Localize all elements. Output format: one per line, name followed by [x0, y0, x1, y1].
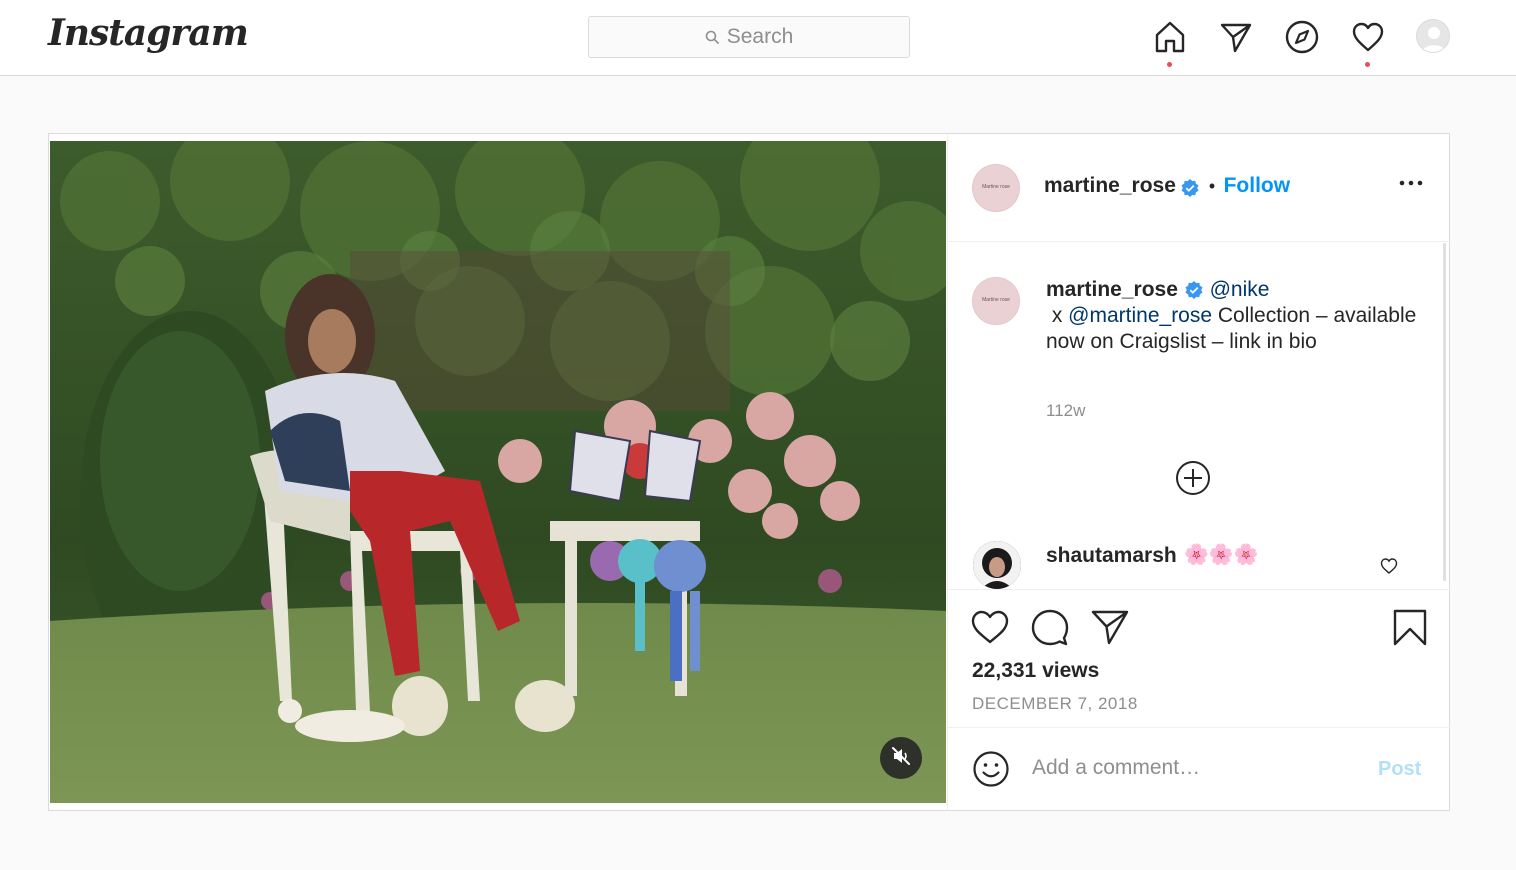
- commenter-avatar[interactable]: [973, 541, 1021, 589]
- header-user-line: martine_rose • Follow: [1044, 174, 1290, 198]
- author-username[interactable]: martine_rose: [1044, 174, 1176, 197]
- follow-button[interactable]: Follow: [1224, 174, 1291, 197]
- comments-section[interactable]: Martine rose martine_rose @nike x @marti…: [948, 243, 1450, 589]
- search-placeholder: Search: [726, 25, 794, 48]
- verified-badge-icon: [1180, 178, 1200, 198]
- more-options-icon[interactable]: [1399, 174, 1423, 192]
- post-caption: martine_rose @nike x @martine_rose Colle…: [1046, 277, 1426, 355]
- post-card: Martine rose martine_rose • Follow Marti…: [48, 133, 1450, 811]
- emoji-smiley-icon[interactable]: [972, 750, 1010, 793]
- load-more-comments-icon[interactable]: [1174, 459, 1212, 502]
- post-video[interactable]: [50, 141, 946, 803]
- home-notification-dot: [1167, 62, 1172, 67]
- add-comment-bar: Post: [948, 727, 1450, 810]
- add-comment-input[interactable]: [1032, 748, 1362, 788]
- speaker-muted-icon: [891, 746, 911, 771]
- explore-icon[interactable]: [1282, 17, 1322, 57]
- home-icon[interactable]: [1150, 17, 1190, 57]
- post-comment-button[interactable]: Post: [1378, 758, 1421, 781]
- activity-heart-icon[interactable]: [1348, 17, 1388, 57]
- post-header: Martine rose martine_rose • Follow: [948, 134, 1450, 242]
- profile-avatar[interactable]: [1416, 19, 1450, 53]
- caption-avatar-logo-text: Martine rose: [982, 297, 1010, 304]
- video-frame: [50, 141, 946, 803]
- view-count[interactable]: 22,331 views: [972, 659, 1099, 683]
- commenter-username[interactable]: shautamarsh: [1046, 544, 1177, 568]
- comments-scrollbar[interactable]: [1443, 243, 1446, 581]
- like-comment-heart-icon[interactable]: [1380, 557, 1398, 580]
- search-icon: [705, 30, 719, 44]
- post-date[interactable]: DECEMBER 7, 2018: [972, 694, 1138, 714]
- mute-toggle-button[interactable]: [880, 737, 922, 779]
- instagram-logo[interactable]: Instagram: [48, 12, 249, 54]
- avatar-logo-text: Martine rose: [982, 184, 1010, 191]
- search-box[interactable]: Search: [588, 16, 910, 58]
- share-direct-icon[interactable]: [1090, 608, 1130, 651]
- header-separator: •: [1208, 176, 1216, 196]
- post-actions: 22,331 views DECEMBER 7, 2018: [948, 589, 1450, 727]
- direct-icon[interactable]: [1216, 17, 1256, 57]
- caption-author-avatar[interactable]: Martine rose: [972, 277, 1020, 325]
- caption-timestamp: 112w: [1046, 401, 1086, 420]
- author-avatar[interactable]: Martine rose: [972, 164, 1020, 212]
- top-nav: Instagram Search: [0, 0, 1516, 76]
- like-heart-icon[interactable]: [970, 608, 1010, 651]
- post-sidebar: Martine rose martine_rose • Follow Marti…: [947, 134, 1450, 810]
- mention-martine-rose-link[interactable]: @martine_rose: [1068, 304, 1212, 327]
- activity-notification-dot: [1365, 62, 1370, 67]
- save-bookmark-icon[interactable]: [1392, 608, 1428, 651]
- caption-text-1: x: [1046, 304, 1069, 327]
- mention-nike-link[interactable]: @nike: [1210, 278, 1270, 301]
- comment-text: 🌸🌸🌸: [1184, 544, 1259, 566]
- comment-bubble-icon[interactable]: [1030, 608, 1070, 651]
- caption-author-username[interactable]: martine_rose: [1046, 278, 1178, 301]
- caption-verified-badge-icon: [1184, 280, 1204, 300]
